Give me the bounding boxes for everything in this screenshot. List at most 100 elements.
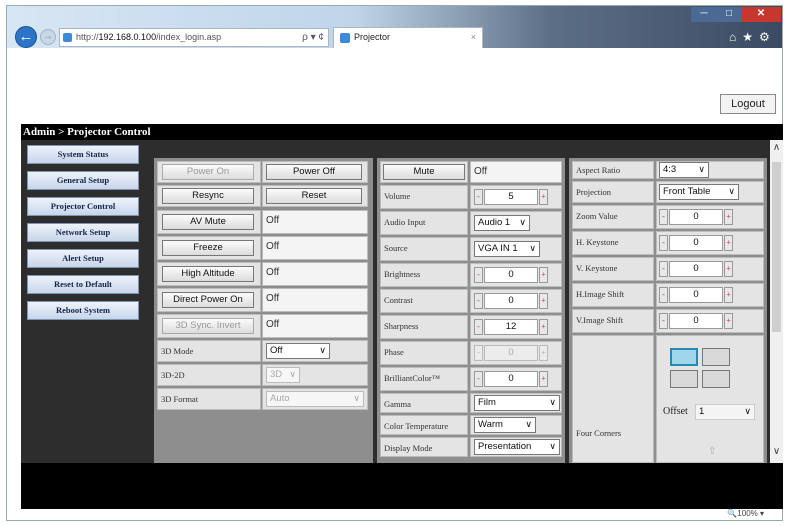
av-mute-button[interactable]: AV Mute	[162, 214, 254, 230]
v-shift-minus-button[interactable]: -	[659, 313, 668, 329]
brilliantcolor-value[interactable]: 0	[484, 371, 538, 387]
logout-button[interactable]: Logout	[720, 94, 776, 114]
v-keystone-plus-button[interactable]: +	[724, 261, 733, 277]
brilliantcolor-minus-button[interactable]: -	[474, 371, 483, 387]
sidebar-item-system-status[interactable]: System Status	[27, 145, 139, 164]
maximize-icon[interactable]: □	[717, 7, 741, 22]
audio-input-select[interactable]: Audio 1 ∨	[474, 215, 530, 231]
gamma-select[interactable]: Film ∨	[474, 395, 560, 411]
source-label: Source	[380, 237, 468, 261]
zoom-value[interactable]: 0	[669, 209, 723, 225]
v-keystone-value[interactable]: 0	[669, 261, 723, 277]
phase-stepper[interactable]: - 0 +	[474, 345, 550, 361]
offset-select[interactable]: 1 ∨	[695, 404, 755, 420]
sidebar-item-network-setup[interactable]: Network Setup	[27, 223, 139, 242]
projection-select[interactable]: Front Table ∨	[659, 184, 739, 200]
phase-minus-button[interactable]: -	[474, 345, 483, 361]
h-shift-plus-button[interactable]: +	[724, 287, 733, 303]
url-host: 192.168.0.100	[98, 32, 157, 42]
phase-value[interactable]: 0	[484, 345, 538, 361]
color-temperature-select[interactable]: Warm ∨	[474, 417, 536, 433]
window-close-icon[interactable]: ✕	[741, 7, 781, 22]
search-refresh-icon[interactable]: ρ ▾ ¢	[302, 29, 324, 46]
gamma-label: Gamma	[380, 393, 468, 413]
sharpness-stepper[interactable]: - 12 +	[474, 319, 550, 335]
brightness-stepper[interactable]: - 0 +	[474, 267, 550, 283]
h-shift-minus-button[interactable]: -	[659, 287, 668, 303]
tab-close-icon[interactable]: ×	[471, 28, 476, 47]
zoom-value-label: Zoom Value	[572, 205, 654, 229]
v-image-shift-stepper[interactable]: - 0 +	[659, 313, 735, 329]
contrast-minus-button[interactable]: -	[474, 293, 483, 309]
direct-power-on-button[interactable]: Direct Power On	[162, 292, 254, 308]
contrast-label: Contrast	[380, 289, 468, 313]
scroll-up-icon[interactable]: ∧	[770, 142, 783, 153]
phase-plus-button[interactable]: +	[539, 345, 548, 361]
zoom-stepper[interactable]: - 0 +	[659, 209, 735, 225]
brightness-plus-button[interactable]: +	[539, 267, 548, 283]
corner-bottom-right-button[interactable]	[702, 370, 730, 388]
contrast-plus-button[interactable]: +	[539, 293, 548, 309]
sidebar-item-reboot-system[interactable]: Reboot System	[27, 301, 139, 320]
back-arrow-icon[interactable]: ←	[15, 26, 37, 48]
sharpness-value[interactable]: 12	[484, 319, 538, 335]
h-keystone-plus-button[interactable]: +	[724, 235, 733, 251]
brilliantcolor-stepper[interactable]: - 0 +	[474, 371, 550, 387]
v-keystone-stepper[interactable]: - 0 +	[659, 261, 735, 277]
3d-sync-invert-button[interactable]: 3D Sync. Invert	[162, 318, 254, 334]
power-off-button[interactable]: Power Off	[266, 164, 362, 180]
sidebar-item-reset-to-default[interactable]: Reset to Default	[27, 275, 139, 294]
sidebar-item-alert-setup[interactable]: Alert Setup	[27, 249, 139, 268]
corner-top-left-button[interactable]	[670, 348, 698, 366]
sidebar-item-projector-control[interactable]: Projector Control	[27, 197, 139, 216]
brightness-value[interactable]: 0	[484, 267, 538, 283]
forward-arrow-icon[interactable]: →	[40, 29, 56, 45]
display-mode-select[interactable]: Presentation ∨	[474, 439, 560, 455]
minimize-icon[interactable]: ─	[691, 7, 717, 22]
volume-value[interactable]: 5	[484, 189, 538, 205]
reset-button[interactable]: Reset	[266, 188, 362, 204]
source-select[interactable]: VGA IN 1 ∨	[474, 241, 540, 257]
tab-projector[interactable]: Projector ×	[333, 27, 483, 48]
high-altitude-button[interactable]: High Altitude	[162, 266, 254, 282]
sidebar-item-general-setup[interactable]: General Setup	[27, 171, 139, 190]
chevron-down-icon: ∨	[549, 441, 556, 451]
corner-bottom-left-button[interactable]	[670, 370, 698, 388]
corner-top-right-button[interactable]	[702, 348, 730, 366]
home-favorites-settings-icon[interactable]: ⌂★⚙	[729, 30, 776, 45]
resync-button[interactable]: Resync	[162, 188, 254, 204]
v-shift-value[interactable]: 0	[669, 313, 723, 329]
h-image-shift-stepper[interactable]: - 0 +	[659, 287, 735, 303]
h-keystone-stepper[interactable]: - 0 +	[659, 235, 735, 251]
arrow-up-icon[interactable]: ⇧	[708, 446, 716, 457]
aspect-ratio-select[interactable]: 4:3 ∨	[659, 162, 709, 178]
content-scrollbar[interactable]: ∧ ∨	[770, 140, 783, 463]
volume-stepper[interactable]: - 5 +	[474, 189, 550, 205]
v-keystone-minus-button[interactable]: -	[659, 261, 668, 277]
zoom-level[interactable]: 🔍100% ▾	[727, 509, 764, 518]
mute-button[interactable]: Mute	[383, 164, 465, 180]
freeze-button[interactable]: Freeze	[162, 240, 254, 256]
brilliantcolor-plus-button[interactable]: +	[539, 371, 548, 387]
h-keystone-value[interactable]: 0	[669, 235, 723, 251]
zoom-plus-button[interactable]: +	[724, 209, 733, 225]
contrast-value[interactable]: 0	[484, 293, 538, 309]
3d-mode-select[interactable]: Off ∨	[266, 343, 330, 359]
scroll-down-icon[interactable]: ∨	[770, 446, 783, 457]
h-shift-value[interactable]: 0	[669, 287, 723, 303]
address-bar[interactable]: http://192.168.0.100/index_login.asp ρ ▾…	[59, 28, 329, 47]
volume-plus-button[interactable]: +	[539, 189, 548, 205]
v-shift-plus-button[interactable]: +	[724, 313, 733, 329]
sharpness-minus-button[interactable]: -	[474, 319, 483, 335]
sharpness-plus-button[interactable]: +	[539, 319, 548, 335]
contrast-stepper[interactable]: - 0 +	[474, 293, 550, 309]
3d-2d-select[interactable]: 3D ∨	[266, 367, 300, 383]
3d-format-select[interactable]: Auto ∨	[266, 391, 364, 407]
power-on-button[interactable]: Power On	[162, 164, 254, 180]
zoom-minus-button[interactable]: -	[659, 209, 668, 225]
scroll-thumb[interactable]	[772, 162, 781, 332]
volume-minus-button[interactable]: -	[474, 189, 483, 205]
h-keystone-minus-button[interactable]: -	[659, 235, 668, 251]
chevron-down-icon: ∨	[698, 164, 705, 174]
brightness-minus-button[interactable]: -	[474, 267, 483, 283]
